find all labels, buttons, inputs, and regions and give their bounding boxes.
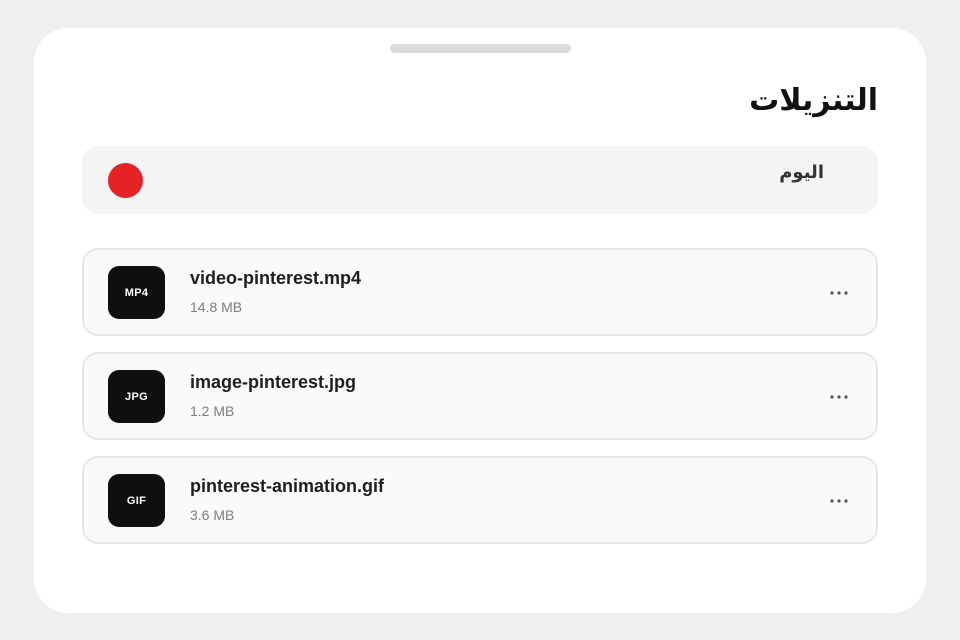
file-type-badge: MP4 — [108, 266, 165, 319]
file-size: 1.2 MB — [190, 403, 235, 419]
file-name: pinterest-animation.gif — [190, 476, 385, 496]
file-type-badge: JPG — [108, 370, 165, 423]
page-title: التنزيلات — [749, 83, 878, 118]
more-horizontal-icon — [830, 291, 848, 295]
download-item[interactable]: GIF pinterest-animation.gif 3.6 MB — [82, 456, 878, 544]
section-header-today: اليوم — [82, 146, 878, 214]
record-dot-icon — [108, 163, 143, 198]
more-options-button[interactable] — [824, 486, 854, 516]
more-options-button[interactable] — [824, 382, 854, 412]
downloads-list: MP4 video-pinterest.mp4 14.8 MB JPG imag… — [82, 248, 878, 560]
file-name: image-pinterest.jpg — [190, 372, 357, 392]
more-horizontal-icon — [830, 395, 848, 399]
download-item[interactable]: JPG image-pinterest.jpg 1.2 MB — [82, 352, 878, 440]
file-size: 14.8 MB — [190, 299, 243, 315]
more-options-button[interactable] — [824, 278, 854, 308]
file-name: video-pinterest.mp4 — [190, 268, 362, 288]
sheet-drag-handle[interactable] — [390, 44, 571, 53]
file-size: 3.6 MB — [190, 507, 235, 523]
section-label: اليوم — [779, 162, 824, 183]
file-type-badge: GIF — [108, 474, 165, 527]
downloads-sheet: التنزيلات اليوم MP4 video-pinterest.mp4 … — [34, 28, 926, 613]
download-item[interactable]: MP4 video-pinterest.mp4 14.8 MB — [82, 248, 878, 336]
more-horizontal-icon — [830, 499, 848, 503]
